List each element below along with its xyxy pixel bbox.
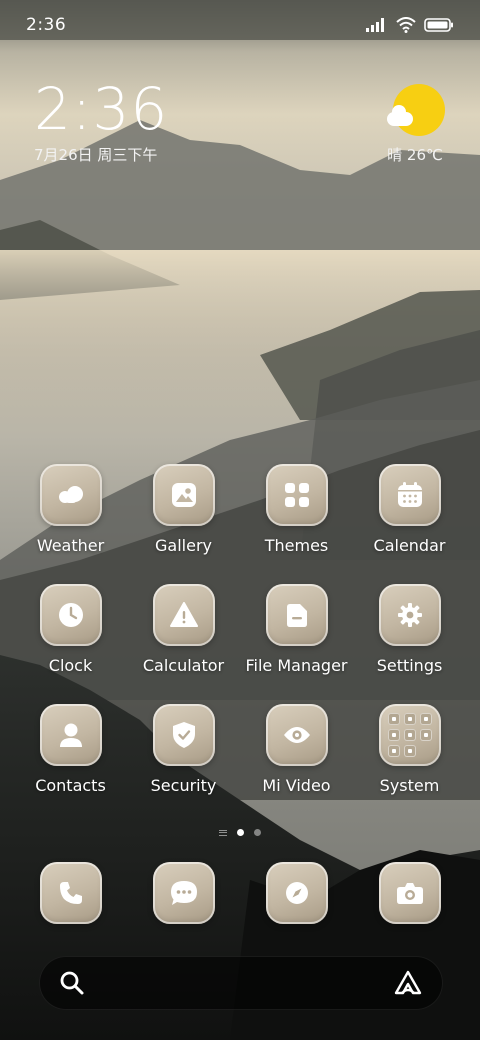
app-contacts[interactable]: Contacts xyxy=(14,704,127,795)
settings-icon xyxy=(378,584,441,646)
app-grid: Weather Gallery Themes Calendar Clock Ca… xyxy=(14,464,466,795)
mini-app-icon xyxy=(387,745,400,757)
calculator-icon xyxy=(152,584,215,646)
status-time: 2:36 xyxy=(26,15,67,35)
menu-lines-icon xyxy=(219,829,227,836)
weather-icon xyxy=(39,464,102,526)
phone-icon[interactable] xyxy=(39,862,102,924)
app-label: File Manager xyxy=(245,656,348,675)
mi-video-icon xyxy=(265,704,328,766)
app-label: Clock xyxy=(48,656,93,675)
signal-icon xyxy=(366,18,384,32)
app-label: Calculator xyxy=(142,656,225,675)
app-gallery[interactable]: Gallery xyxy=(127,464,240,555)
app-calendar[interactable]: Calendar xyxy=(353,464,466,555)
clock-widget[interactable]: 2:36 7月26日 周三下午 xyxy=(34,78,168,165)
wifi-icon xyxy=(396,17,416,33)
app-security[interactable]: Security xyxy=(127,704,240,795)
app-label: Mi Video xyxy=(262,776,331,795)
app-label: Themes xyxy=(264,536,329,555)
app-label: Weather xyxy=(36,536,105,555)
page-dot xyxy=(254,829,261,836)
app-label: Gallery xyxy=(155,536,212,555)
app-label: Contacts xyxy=(35,776,106,795)
app-file-manager[interactable]: File Manager xyxy=(240,584,353,675)
app-clock[interactable]: Clock xyxy=(14,584,127,675)
app-label: Calendar xyxy=(373,536,446,555)
mini-app-icon xyxy=(403,713,416,725)
app-themes[interactable]: Themes xyxy=(240,464,353,555)
sunny-cloud-icon xyxy=(387,84,445,136)
folder-icon xyxy=(378,704,441,766)
status-icons xyxy=(366,17,454,33)
mini-app-icon xyxy=(387,713,400,725)
camera-icon[interactable] xyxy=(378,862,441,924)
weather-text: 晴 26℃ xyxy=(387,146,443,164)
dock xyxy=(14,862,466,924)
mini-app-icon xyxy=(419,713,432,725)
app-calculator[interactable]: Calculator xyxy=(127,584,240,675)
app-weather[interactable]: Weather xyxy=(14,464,127,555)
widget-date: 7月26日 周三下午 xyxy=(34,146,158,164)
mini-app-icon xyxy=(403,745,416,757)
status-bar: 2:36 xyxy=(0,0,480,50)
app-label: System xyxy=(379,776,440,795)
page-indicator[interactable] xyxy=(0,829,480,836)
search-icon[interactable] xyxy=(59,970,85,996)
messages-icon[interactable] xyxy=(152,862,215,924)
file-manager-icon xyxy=(265,584,328,646)
mini-app-icon xyxy=(387,729,400,741)
app-mi-video[interactable]: Mi Video xyxy=(240,704,353,795)
assistant-icon[interactable] xyxy=(393,970,423,996)
page-dot-active xyxy=(237,829,244,836)
battery-icon xyxy=(424,18,453,32)
clock-icon xyxy=(39,584,102,646)
gallery-icon xyxy=(152,464,215,526)
search-bar[interactable] xyxy=(39,956,443,1010)
app-label: Settings xyxy=(376,656,443,675)
contacts-icon xyxy=(39,704,102,766)
mini-app-icon xyxy=(419,729,432,741)
widget-time: 2:36 xyxy=(34,75,169,143)
app-label: Security xyxy=(150,776,217,795)
security-icon xyxy=(152,704,215,766)
app-settings[interactable]: Settings xyxy=(353,584,466,675)
folder-system[interactable]: System xyxy=(353,704,466,795)
mini-app-icon xyxy=(403,729,416,741)
weather-widget[interactable]: 晴 26℃ xyxy=(374,84,445,165)
themes-icon xyxy=(265,464,328,526)
calendar-icon xyxy=(378,464,441,526)
browser-icon[interactable] xyxy=(265,862,328,924)
